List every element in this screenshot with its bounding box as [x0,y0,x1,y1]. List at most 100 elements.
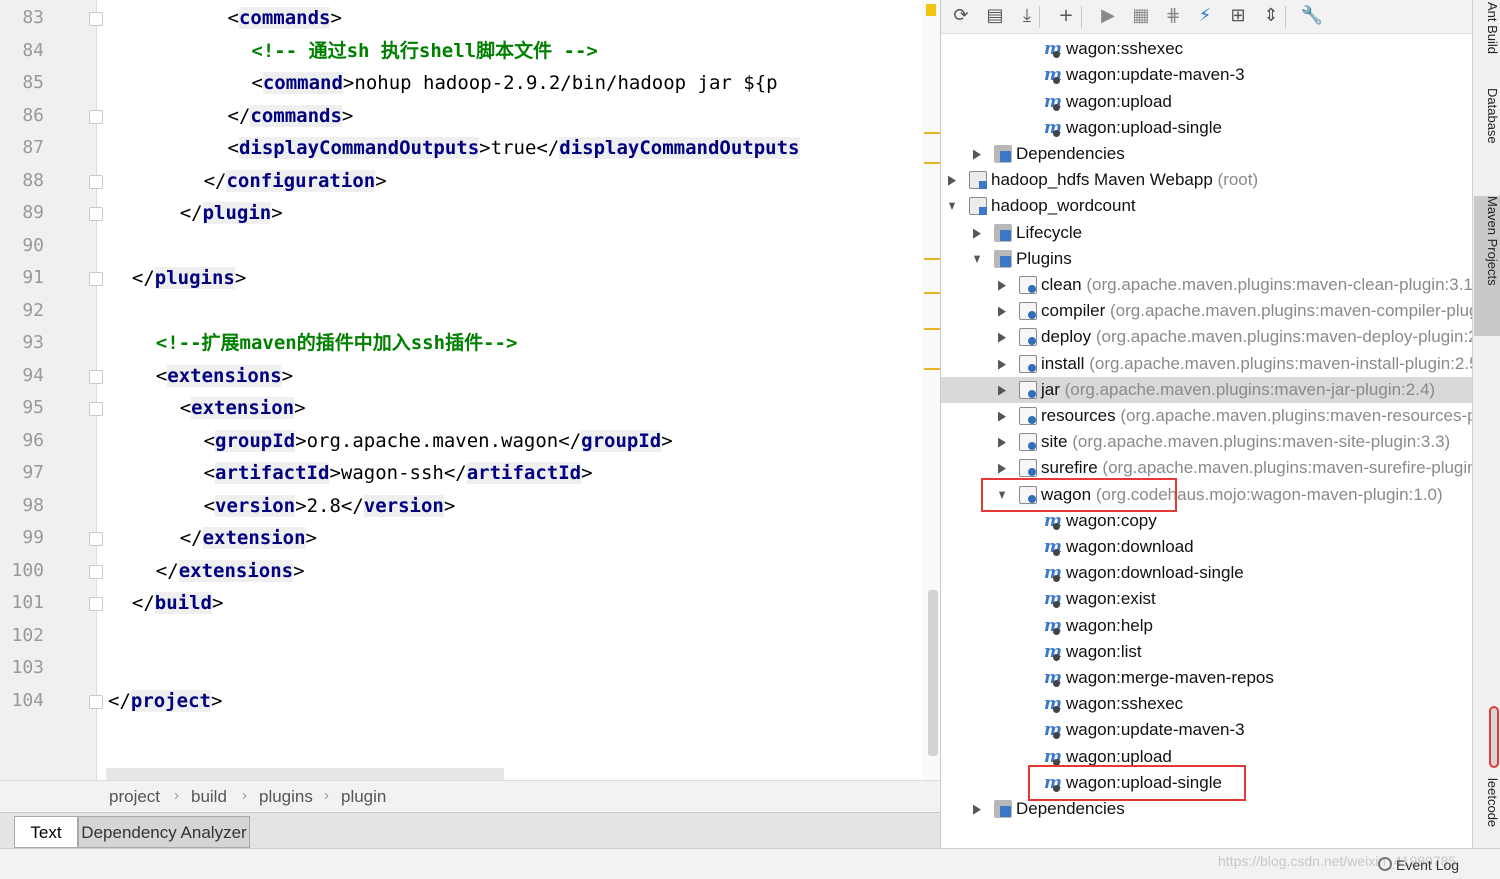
breadcrumb-item[interactable]: project [109,787,160,807]
download-icon[interactable]: ⤓ [1014,3,1040,29]
chevron-right-icon[interactable]: ▶ [996,324,1007,350]
fold-toggle-icon[interactable] [89,12,103,26]
warning-stripe-marker[interactable] [924,162,940,164]
fold-toggle-icon[interactable] [89,694,103,709]
tree-row[interactable]: ▶ compiler (org.apache.maven.plugins:mave… [941,298,1472,324]
chevron-down-icon[interactable]: ▼ [971,246,982,272]
fold-toggle-icon[interactable] [89,369,103,384]
chevron-right-icon[interactable]: ▶ [946,167,957,193]
tab-text[interactable]: Text [14,816,78,848]
code-line[interactable]: </configuration> [108,165,387,197]
code-line[interactable]: <version>2.8</version> [108,490,455,522]
fold-toggle-icon[interactable] [89,174,103,189]
editor-vertical-scrollbar-thumb[interactable] [928,590,938,756]
run-icon[interactable]: ▶ [1095,3,1121,29]
tree-row[interactable]: m wagon:copy [941,508,1472,534]
breadcrumb-item[interactable]: plugin [341,787,386,807]
tool-tab-maven-projects[interactable]: Maven Projects [1474,196,1500,336]
chevron-right-icon[interactable]: ▶ [996,298,1007,324]
chevron-right-icon[interactable]: ▶ [996,351,1007,377]
breadcrumb-item[interactable]: build [191,787,227,807]
tree-row[interactable]: ▼ hadoop_wordcount [941,193,1472,219]
code-line[interactable]: </commands> [108,100,353,132]
tree-row[interactable]: m wagon:exist [941,586,1472,612]
fold-toggle-icon[interactable] [89,109,103,124]
xml-editor[interactable]: 83 84 85 86 87 88 89 90 91 92 93 94 95 96 97 98 99 100 101… [0,0,940,812]
fold-toggle-icon[interactable] [89,402,103,416]
warning-stripe-marker[interactable] [924,258,940,260]
tool-tab-leetcode[interactable]: leetcode [1474,778,1500,844]
chevron-right-icon[interactable]: ▶ [996,272,1007,298]
fold-toggle-icon[interactable] [89,272,103,286]
chevron-down-icon[interactable]: ▼ [946,193,957,219]
tree-row[interactable]: ▶ Dependencies [941,141,1472,167]
tree-row[interactable]: m wagon:update-maven-3 [941,62,1472,88]
execute-goal-icon[interactable]: ▦ [1128,3,1154,29]
code-line[interactable]: <groupId>org.apache.maven.wagon</groupId… [108,425,673,457]
tree-row[interactable]: m wagon:help [941,613,1472,639]
show-dependencies-icon[interactable]: ⊞ [1225,3,1251,29]
code-line[interactable]: <extension> [108,392,306,424]
code-line[interactable]: <extensions> [108,360,293,392]
tree-row[interactable]: m wagon:list [941,639,1472,665]
code-line[interactable]: <command>nohup hadoop-2.9.2/bin/hadoop j… [108,67,778,99]
code-line[interactable]: </extension> [108,522,317,554]
code-line[interactable]: </plugins> [108,262,246,294]
code-line[interactable]: </extensions> [108,555,305,587]
skip-tests-icon[interactable]: ⚡ [1192,3,1218,29]
tree-row[interactable]: ▶ hadoop_hdfs Maven Webapp (root) [941,167,1472,193]
fold-toggle-icon[interactable] [89,564,103,579]
refresh-icon[interactable]: ⟳ [948,3,974,29]
chevron-right-icon[interactable]: ▶ [971,141,982,167]
event-log-button[interactable]: Event Log [1396,857,1459,873]
toggle-offline-icon[interactable]: ⋕ [1160,3,1186,29]
tree-row[interactable]: ▶ install (org.apache.maven.plugins:maven… [941,351,1472,377]
inspection-status-icon[interactable] [926,4,936,16]
code-line[interactable]: <!-- 通过sh 执行shell脚本文件 --> [108,35,597,67]
add-icon[interactable]: + [1053,3,1079,29]
tab-dependency-analyzer[interactable]: Dependency Analyzer [78,816,250,848]
tree-row[interactable]: ▶ resources (org.apache.maven.plugins:mav… [941,403,1472,429]
fold-toggle-icon[interactable] [89,207,103,221]
editor-horizontal-scrollbar[interactable] [106,768,504,780]
tree-row[interactable]: ▶ site (org.apache.maven.plugins:maven-si… [941,429,1472,455]
tree-row[interactable]: m wagon:sshexec [941,36,1472,62]
tree-row[interactable]: ▶ Lifecycle [941,220,1472,246]
warning-stripe-marker[interactable] [924,368,940,370]
tree-row[interactable]: m wagon:download-single [941,560,1472,586]
tree-row[interactable]: m wagon:sshexec [941,691,1472,717]
event-log-icon[interactable] [1378,857,1392,871]
tree-row[interactable]: ▶ clean (org.apache.maven.plugins:maven-c… [941,272,1472,298]
chevron-right-icon[interactable]: ▶ [996,403,1007,429]
stripe-scroll-indicator[interactable] [1489,706,1499,768]
collapse-all-icon[interactable]: ⇕ [1258,3,1284,29]
warning-stripe-marker[interactable] [924,132,940,134]
code-line[interactable]: <artifactId>wagon-ssh</artifactId> [108,457,593,489]
code-line[interactable]: </build> [108,587,223,619]
tool-tab-database[interactable]: Database [1474,88,1500,174]
tree-row[interactable]: ▼ Plugins [941,246,1472,272]
tree-row[interactable]: mwagon:merge-maven-repos [941,665,1472,691]
code-line[interactable]: <displayCommandOutputs>true</displayComm… [108,132,800,164]
chevron-right-icon[interactable]: ▶ [971,220,982,246]
chevron-right-icon[interactable]: ▶ [996,377,1007,403]
tree-row[interactable]: m wagon:upload [941,89,1472,115]
code-area[interactable]: <commands> <!-- 通过sh 执行shell脚本文件 --> <comm… [108,0,940,780]
tree-row[interactable]: m wagon:update-maven-3 [941,717,1472,743]
chevron-right-icon[interactable]: ▶ [971,796,982,822]
settings-wrench-icon[interactable]: 🔧 [1299,3,1325,29]
tree-row[interactable]: ▶ jar (org.apache.maven.plugins:maven-jar… [941,376,1472,403]
code-line[interactable]: <!--扩展maven的插件中加入ssh插件--> [108,327,518,359]
warning-stripe-marker[interactable] [924,292,940,294]
breadcrumb-item[interactable]: plugins [259,787,313,807]
tree-row[interactable]: ▶ deploy (org.apache.maven.plugins:maven-… [941,324,1472,350]
code-line[interactable]: </project> [108,685,222,717]
tree-row[interactable]: ▶ Dependencies [941,796,1472,822]
code-line[interactable]: </plugin> [108,197,283,229]
chevron-right-icon[interactable]: ▶ [996,429,1007,455]
tree-row[interactable]: m wagon:download [941,534,1472,560]
fold-toggle-icon[interactable] [89,532,103,546]
maven-tree[interactable]: mwagon:merge-maven-reposmwagon:sshexecmw… [941,34,1472,848]
code-line[interactable]: <commands> [108,2,342,34]
warning-stripe-marker[interactable] [924,328,940,330]
